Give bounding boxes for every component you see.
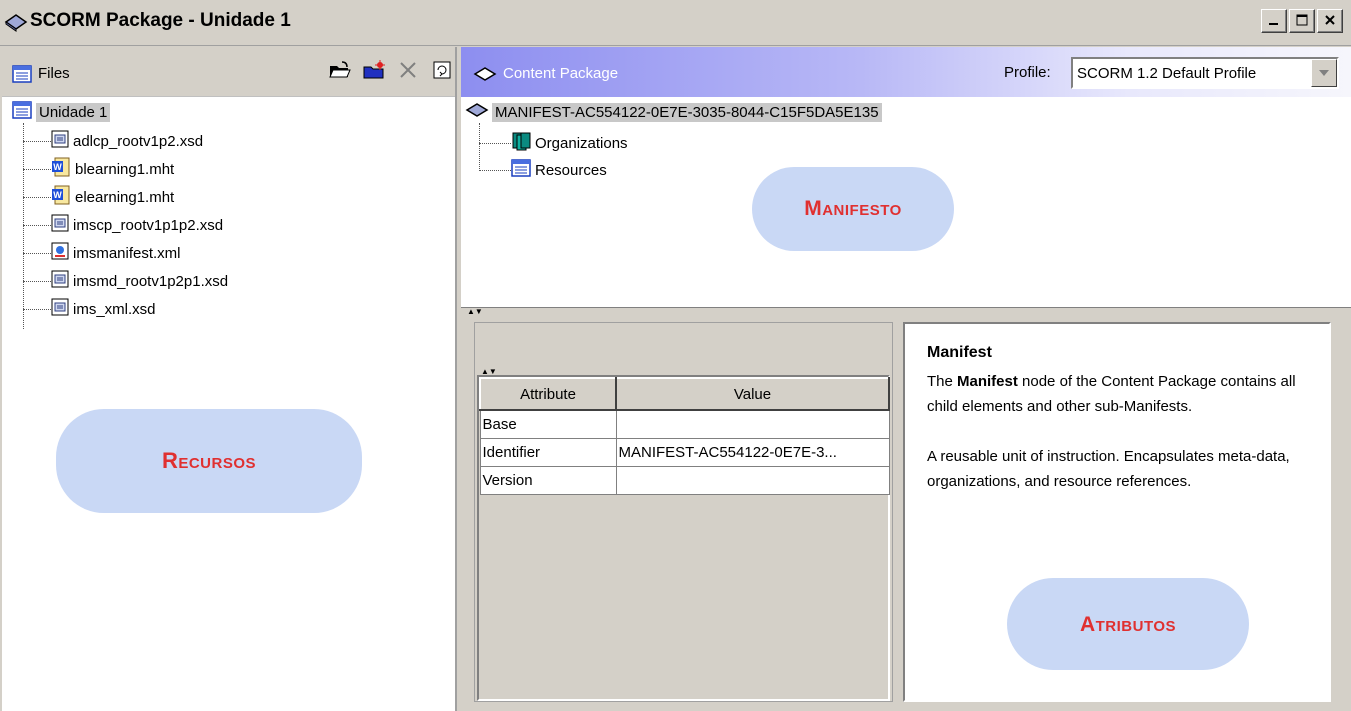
tree-item-file[interactable]: adlcp_rootv1p2.xsd — [23, 127, 203, 155]
files-icon — [12, 65, 32, 87]
package-icon — [465, 101, 489, 123]
minimize-button[interactable] — [1261, 9, 1287, 33]
import-button[interactable] — [327, 59, 353, 85]
manifest-tree: MANIFEST-AC554122-0E7E-3035-8044-C15F5DA… — [461, 97, 1351, 307]
file-label: imscp_rootv1p1p2.xsd — [73, 216, 224, 234]
description-paragraph-2: A reusable unit of instruction. Encapsul… — [927, 448, 1290, 490]
window-title: SCORM Package - Unidade 1 — [30, 10, 291, 31]
folder-icon — [12, 101, 32, 123]
resources-node[interactable]: Resources — [479, 159, 607, 181]
manifest-node[interactable]: MANIFEST-AC554122-0E7E-3035-8044-C15F5DA… — [465, 101, 882, 123]
xsd-file-icon — [51, 270, 69, 292]
file-label: elearning1.mht — [75, 188, 175, 206]
attribute-cell: Version — [479, 465, 617, 495]
attribute-cell: Identifier — [479, 437, 617, 467]
new-folder-button[interactable] — [361, 59, 387, 85]
files-toolbar — [327, 59, 455, 85]
maximize-icon — [1296, 13, 1308, 30]
manifest-label: MANIFEST-AC554122-0E7E-3035-8044-C15F5DA… — [492, 102, 882, 122]
profile-label: Profile: — [1004, 64, 1051, 81]
desc-text: The — [927, 373, 958, 390]
value-cell[interactable] — [615, 465, 890, 495]
word-doc-icon: W — [51, 185, 71, 209]
attributes-panel: ▲▼ Attribute Value Base Identifier MANIF… — [474, 322, 893, 702]
xsd-file-icon — [51, 214, 69, 236]
file-label: ims_xml.xsd — [73, 300, 156, 318]
organizations-label: Organizations — [535, 134, 628, 152]
atributos-callout: Atributos — [1007, 578, 1249, 670]
maximize-button[interactable] — [1289, 9, 1315, 33]
xsd-file-icon — [51, 298, 69, 320]
table-row[interactable]: Version — [479, 465, 890, 495]
value-column-header[interactable]: Value — [615, 377, 890, 411]
desc-bold: Manifest — [957, 373, 1018, 390]
file-label: imsmd_rootv1p2p1.xsd — [73, 272, 229, 290]
organizations-node[interactable]: Organizations — [479, 131, 628, 155]
table-row[interactable]: Identifier MANIFEST-AC554122-0E7E-3... — [479, 437, 890, 467]
window-controls — [1261, 9, 1343, 33]
tree-item-file[interactable]: ims_xml.xsd — [23, 295, 156, 323]
recursos-callout: Recursos — [56, 409, 362, 513]
content-package-label: Content Package — [503, 65, 619, 82]
attribute-cell: Base — [479, 409, 617, 439]
new-folder-icon — [362, 60, 386, 84]
import-folder-icon — [328, 60, 352, 84]
close-icon — [1324, 13, 1336, 30]
files-label: Files — [38, 65, 70, 82]
tree-item-file[interactable]: W blearning1.mht — [23, 155, 174, 183]
file-label: adlcp_rootv1p2.xsd — [73, 132, 204, 150]
resources-label: Resources — [535, 161, 607, 179]
close-button[interactable] — [1317, 9, 1343, 33]
attribute-column-header[interactable]: Attribute — [479, 377, 617, 411]
content-package-header: Content Package Profile: SCORM 1.2 Defau… — [461, 47, 1351, 97]
minimize-icon — [1268, 13, 1280, 30]
package-icon — [473, 65, 497, 87]
value-cell[interactable]: MANIFEST-AC554122-0E7E-3... — [615, 437, 890, 467]
xml-file-icon — [51, 242, 69, 264]
files-header: Files — [2, 47, 455, 97]
files-panel: Files Unidade 1 adlcp_rootv1p2.xsd W ble… — [2, 47, 457, 711]
delete-button[interactable] — [395, 59, 421, 85]
svg-text:W: W — [53, 162, 62, 172]
splitter-arrows-icon: ▲▼ — [467, 307, 483, 316]
tree-item-file[interactable]: imsmd_rootv1p2p1.xsd — [23, 267, 228, 295]
organizations-icon — [511, 131, 531, 155]
xsd-file-icon — [51, 130, 69, 152]
delete-icon — [398, 60, 418, 84]
attributes-table-container: Attribute Value Base Identifier MANIFEST… — [477, 375, 890, 701]
refresh-icon — [432, 60, 452, 84]
attributes-top-area — [475, 323, 892, 369]
tree-root-label: Unidade 1 — [36, 102, 111, 122]
refresh-button[interactable] — [429, 59, 455, 85]
description-paragraph-1: The Manifest node of the Content Package… — [927, 369, 1307, 419]
file-label: imsmanifest.xml — [73, 244, 181, 262]
splitter-handle[interactable]: ▲▼ — [461, 307, 1351, 321]
profile-value: SCORM 1.2 Default Profile — [1077, 65, 1257, 82]
description-title: Manifest — [927, 344, 992, 361]
value-cell[interactable] — [615, 409, 890, 439]
svg-text:W: W — [53, 190, 62, 200]
tree-root-unidade[interactable]: Unidade 1 — [12, 99, 111, 125]
profile-select[interactable]: SCORM 1.2 Default Profile — [1071, 57, 1339, 89]
attributes-table: Attribute Value Base Identifier MANIFEST… — [479, 377, 890, 495]
word-doc-icon: W — [51, 157, 71, 181]
chevron-down-icon[interactable] — [1311, 59, 1337, 87]
resources-icon — [511, 159, 531, 181]
file-label: blearning1.mht — [75, 160, 175, 178]
tree-item-file[interactable]: imsmanifest.xml — [23, 239, 181, 267]
table-row[interactable]: Base — [479, 409, 890, 439]
title-bar: SCORM Package - Unidade 1 — [0, 0, 1351, 46]
manifesto-callout: Manifesto — [752, 167, 954, 251]
package-icon — [4, 12, 28, 36]
tree-item-file[interactable]: imscp_rootv1p1p2.xsd — [23, 211, 223, 239]
description-panel: Manifest The Manifest node of the Conten… — [903, 322, 1331, 702]
tree-item-file[interactable]: W elearning1.mht — [23, 183, 174, 211]
